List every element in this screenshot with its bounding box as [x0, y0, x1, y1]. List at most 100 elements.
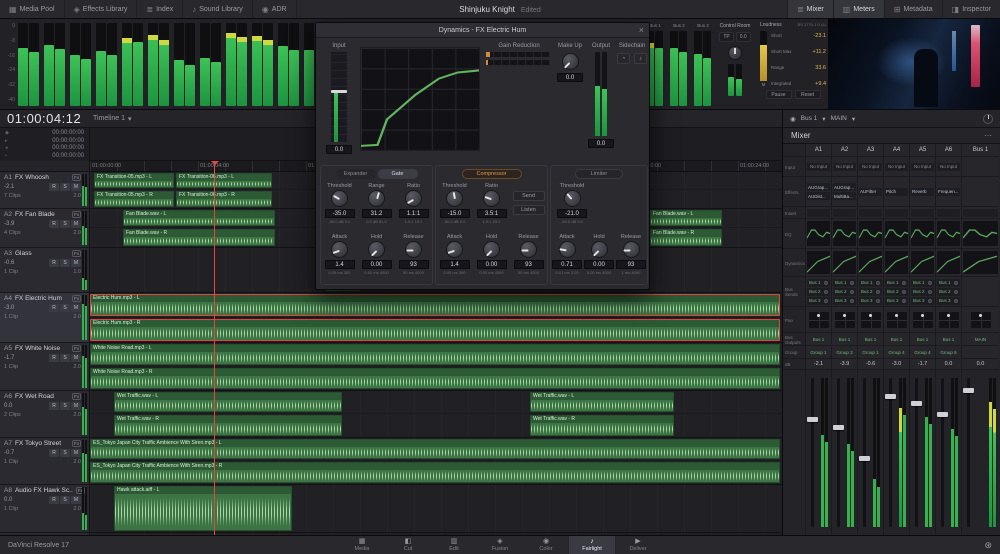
knob-dial[interactable] [331, 190, 348, 207]
topbar-button-effects-library[interactable]: ◈ Effects Library [65, 0, 138, 18]
track-lane[interactable]: White Noise Road.mp3 - R [90, 367, 782, 391]
knob-dial[interactable] [405, 241, 422, 258]
page-button-edit[interactable]: ▥ Edit [431, 536, 477, 554]
r-button[interactable]: R [49, 220, 59, 228]
strip-insert-slot[interactable] [859, 208, 882, 217]
strip-insert-slot[interactable] [807, 208, 830, 217]
s-button[interactable]: S [60, 449, 70, 457]
monitor-bus-select[interactable]: Bus 1 [801, 115, 818, 122]
strip-bus-send[interactable]: Bus 2 [885, 287, 908, 296]
dialog-titlebar[interactable]: Dynamics - FX Electric Hum × [316, 23, 649, 38]
input-value[interactable]: 0.0 [326, 145, 352, 154]
strip-bus-output[interactable]: Bus 1 [839, 337, 851, 342]
strip-bus-send[interactable]: Bus 3 [885, 296, 908, 305]
more-icon[interactable]: ⋯ [984, 131, 992, 140]
loudness-pause-button[interactable]: Pause [765, 90, 792, 99]
strip-pan-control[interactable] [912, 311, 933, 328]
bus-send-knob[interactable] [928, 298, 932, 303]
strip-group[interactable]: Group 4 [888, 350, 904, 355]
make-up-value[interactable]: 0.0 [557, 73, 583, 82]
knob-value[interactable]: -21.0 [557, 209, 587, 218]
strip-eq-graph[interactable] [885, 221, 908, 246]
track-lane[interactable]: White Noise Road.mp3 - L [90, 343, 782, 367]
strip-group[interactable]: Group 5 [940, 350, 956, 355]
track-gain-value[interactable]: -3.9 [4, 221, 14, 227]
track-lane-row-a7[interactable]: ES_Tokyo Japan City Traffic Ambience Wit… [90, 438, 782, 485]
bus-send-knob[interactable] [902, 280, 906, 285]
track-gain-value[interactable]: 0.0 [4, 497, 12, 503]
knob-value[interactable]: 3.5:1 [476, 209, 507, 218]
monitor-output-select[interactable]: MAIN [831, 115, 847, 122]
knob-dial[interactable] [483, 190, 500, 207]
monitor-level-dial[interactable] [728, 46, 742, 60]
knob-dial[interactable] [446, 241, 463, 258]
fader-handle[interactable] [937, 411, 948, 417]
track-header-a7[interactable]: A7 FX Tokyo Street Fx -0.7 R S M 1 Clip 2.0 [0, 438, 89, 485]
bus-send-knob[interactable] [902, 289, 906, 294]
topbar-button-adr[interactable]: ◉ ADR [253, 0, 297, 18]
knob-value[interactable]: 93 [398, 260, 429, 269]
strip-dynamics-graph[interactable] [859, 250, 882, 275]
topbar-button-sound-library[interactable]: ♪ Sound Library [183, 0, 253, 18]
topbar-button-metadata[interactable]: ⊞ Metadata [883, 0, 942, 18]
knob-value[interactable]: -15.0 [439, 209, 470, 218]
strip-effect[interactable]: Reverb [911, 187, 934, 196]
strip-effect[interactable]: AUFilter [859, 187, 882, 196]
bus-send-knob[interactable] [928, 289, 932, 294]
topbar-button-index[interactable]: ≣ Index [137, 0, 184, 18]
fader-handle[interactable] [963, 388, 974, 394]
strip-insert-slot[interactable] [833, 208, 856, 217]
strip-eq-graph[interactable] [963, 221, 998, 246]
control-room-value[interactable]: 0.0 [735, 32, 751, 42]
audio-clip[interactable]: Fan Blade.wav - L [123, 210, 275, 226]
audio-clip[interactable]: FX Transition-06.mp3 - L [176, 173, 272, 188]
knob-dial[interactable] [520, 241, 537, 258]
page-button-fusion[interactable]: ◈ Fusion [477, 536, 523, 554]
m-button[interactable]: M [71, 449, 81, 457]
strip-bus-send[interactable]: Bus 3 [937, 296, 960, 305]
strip-bus-output[interactable]: Bus 1 [865, 337, 877, 342]
fader-handle[interactable] [807, 417, 818, 422]
strip-eq-graph[interactable] [833, 221, 856, 246]
strip-input[interactable]: No Input [937, 162, 960, 171]
strip-db-value[interactable]: 0.0 [977, 361, 985, 367]
audio-clip[interactable]: FX Transition-05.mp3 - R [94, 191, 174, 207]
strip-insert-slot[interactable] [911, 208, 934, 217]
knob-dial[interactable] [405, 190, 422, 207]
page-button-cut[interactable]: ◧ Cut [385, 536, 431, 554]
r-button[interactable]: R [49, 304, 59, 312]
knob-value[interactable]: 0.00 [476, 260, 507, 269]
page-button-media[interactable]: ▦ Media [339, 536, 385, 554]
s-button[interactable]: S [60, 304, 70, 312]
strip-bus-send[interactable]: Bus 1 [937, 278, 960, 287]
sidechain-listen-button[interactable]: ♪ [634, 53, 647, 64]
s-button[interactable]: S [60, 402, 70, 410]
track-gain-value[interactable]: -0.6 [4, 260, 14, 266]
knob-value[interactable]: 1.4 [439, 260, 470, 269]
track-lane[interactable]: ES_Tokyo Japan City Traffic Ambience Wit… [90, 461, 782, 484]
compressor-enable-button[interactable]: Compressor [461, 169, 522, 179]
track-lane[interactable]: Wet Traffic.wav - L Wet Traffic.wav - L [90, 391, 782, 414]
strip-bus-send[interactable]: Bus 1 [859, 278, 882, 287]
strip-dynamics-graph[interactable] [911, 250, 934, 275]
loudness-reset-button[interactable]: Reset [794, 90, 821, 99]
strip-effect[interactable]: MultiBa... [833, 192, 856, 200]
strip-effect[interactable]: AUGrap... [833, 183, 856, 191]
gear-icon[interactable]: ⊛ [984, 536, 992, 554]
strip-dynamics-graph[interactable] [885, 250, 908, 275]
audio-clip[interactable]: White Noise Road.mp3 - R [90, 367, 780, 389]
audio-clip[interactable]: Electric Hum.mp3 - R [90, 318, 780, 341]
knob-dial[interactable] [622, 241, 640, 258]
limiter-enable-button[interactable]: Limiter [575, 169, 623, 179]
m-button[interactable]: M [71, 304, 81, 312]
strip-input[interactable]: No Input [859, 162, 882, 171]
track-header-a1[interactable]: A1 FX Whoosh Fx -2.1 R S M 7 Clips 2.0 [0, 172, 89, 209]
bus-send-knob[interactable] [876, 289, 880, 294]
knob-value[interactable]: -35.0 [324, 209, 355, 218]
strip-effect[interactable]: Frequen... [937, 187, 960, 196]
strip-insert-slot[interactable] [885, 208, 908, 217]
strip-bus-send[interactable]: Bus 3 [807, 296, 830, 305]
strip-bus-send[interactable]: Bus 2 [807, 287, 830, 296]
strip-bus-send[interactable]: Bus 2 [911, 287, 934, 296]
bus-send-knob[interactable] [954, 298, 958, 303]
